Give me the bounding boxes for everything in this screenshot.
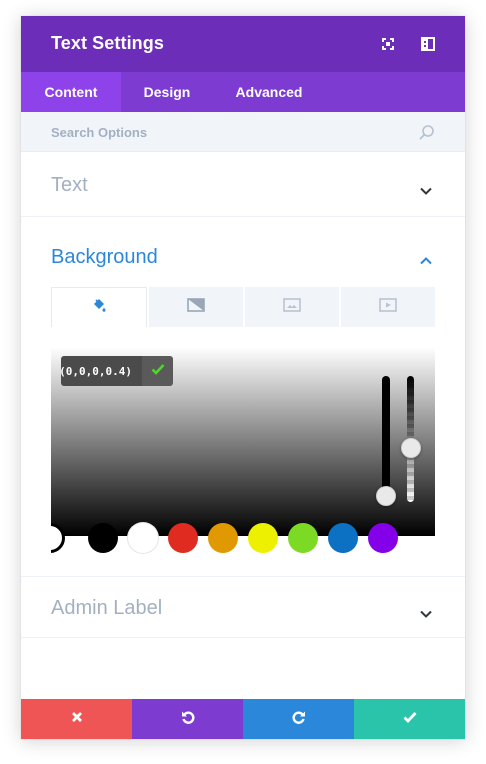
swatch-blue[interactable] bbox=[328, 523, 358, 553]
modal-footer bbox=[21, 699, 465, 739]
chevron-down-icon bbox=[420, 605, 432, 618]
expand-icon[interactable] bbox=[380, 36, 396, 52]
search-input[interactable] bbox=[51, 112, 411, 152]
modal-title: Text Settings bbox=[51, 33, 164, 53]
toggle-title: Text bbox=[51, 174, 88, 196]
tab-design[interactable]: Design bbox=[121, 72, 213, 112]
modal-header: Text Settings bbox=[21, 16, 465, 72]
swatch-red[interactable] bbox=[168, 523, 198, 553]
swatch-purple[interactable] bbox=[368, 523, 398, 553]
toggle-text[interactable]: Text bbox=[21, 152, 465, 217]
redo-button[interactable] bbox=[243, 699, 354, 739]
color-value-input[interactable] bbox=[61, 356, 142, 386]
undo-button[interactable] bbox=[132, 699, 243, 739]
checkmark-icon bbox=[403, 710, 417, 728]
color-picker-area[interactable] bbox=[51, 347, 435, 536]
swatch-current[interactable] bbox=[51, 523, 65, 553]
swatch-yellow[interactable] bbox=[248, 523, 278, 553]
toggle-admin-label[interactable]: Admin Label bbox=[21, 576, 465, 638]
chevron-up-icon[interactable] bbox=[420, 252, 432, 265]
toggle-title: Admin Label bbox=[51, 597, 163, 619]
swatch-green[interactable] bbox=[288, 523, 318, 553]
color-swatches bbox=[51, 516, 435, 561]
color-value-box bbox=[61, 356, 142, 386]
undo-icon bbox=[180, 709, 196, 730]
background-color-tab[interactable] bbox=[51, 287, 147, 327]
swatch-black[interactable] bbox=[88, 523, 118, 553]
paint-bucket-icon bbox=[91, 297, 107, 318]
background-gradient-tab[interactable] bbox=[149, 287, 243, 327]
gradient-icon bbox=[187, 297, 205, 317]
opacity-slider-handle[interactable] bbox=[401, 438, 421, 458]
background-image-tab[interactable] bbox=[245, 287, 339, 327]
hue-slider-handle[interactable] bbox=[376, 486, 396, 506]
tab-bar: Content Design Advanced bbox=[21, 72, 465, 112]
hue-slider[interactable] bbox=[382, 376, 390, 502]
background-video-tab[interactable] bbox=[341, 287, 435, 327]
toggle-background-title[interactable]: Background bbox=[51, 246, 158, 269]
snap-sidebar-icon[interactable] bbox=[420, 36, 436, 52]
video-icon bbox=[379, 297, 397, 317]
close-icon bbox=[71, 710, 83, 728]
tab-advanced[interactable]: Advanced bbox=[213, 72, 325, 112]
checkmark-icon bbox=[151, 362, 165, 380]
search-bar bbox=[21, 112, 465, 152]
save-button[interactable] bbox=[354, 699, 465, 739]
tab-content[interactable]: Content bbox=[21, 72, 121, 112]
swatch-white[interactable] bbox=[128, 523, 158, 553]
search-icon[interactable] bbox=[419, 124, 435, 140]
settings-modal: Text Settings Content Design Advanced Se… bbox=[21, 16, 465, 739]
background-type-tabs bbox=[51, 287, 435, 327]
redo-icon bbox=[291, 709, 307, 730]
chevron-down-icon bbox=[420, 182, 432, 195]
swatch-orange[interactable] bbox=[208, 523, 238, 553]
image-icon bbox=[283, 297, 301, 317]
cancel-button[interactable] bbox=[21, 699, 132, 739]
color-confirm-button[interactable] bbox=[142, 356, 173, 386]
